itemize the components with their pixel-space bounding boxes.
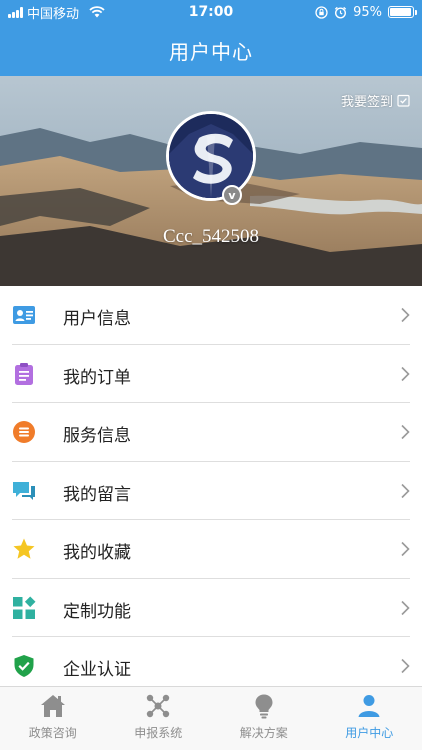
avatar-container[interactable]: v xyxy=(166,111,256,205)
house-icon xyxy=(40,695,65,717)
avatar[interactable] xyxy=(166,111,256,201)
tab-user-center[interactable]: 用户中心 xyxy=(317,687,422,750)
menu-item-label: 我的订单 xyxy=(63,367,131,388)
menu-item-label: 我的收藏 xyxy=(63,543,131,563)
avatar-image xyxy=(169,114,253,198)
checkbox-calendar-icon xyxy=(397,94,410,107)
chevron-right-icon xyxy=(401,541,410,557)
username: Ccc_542508 xyxy=(162,226,260,247)
menu-list: 用户信息 我的订单 服务信息 我的留言 我的收藏 定制功能 企业认证 xyxy=(0,286,422,696)
screen: 中国移动 17:00 95% 用户中心 我要签到 v Ccc_542508 用户… xyxy=(0,0,422,750)
tab-bar: 政策咨询 申报系统 解决方案 用户中心 xyxy=(0,686,422,750)
tab-label: 政策咨询 xyxy=(28,726,77,740)
menu-item-label: 我的留言 xyxy=(63,484,131,505)
nodes-icon xyxy=(147,694,170,718)
battery-icon xyxy=(388,6,417,18)
chat-bubbles-icon xyxy=(13,481,35,500)
chevron-right-icon xyxy=(401,424,410,440)
chevron-right-icon xyxy=(401,600,410,615)
wifi-icon xyxy=(89,6,105,18)
status-right: 95% xyxy=(315,0,417,24)
sign-in-button[interactable]: 我要签到 xyxy=(341,91,410,110)
battery-percent: 95% xyxy=(353,4,382,20)
verified-badge: v xyxy=(222,185,242,205)
orientation-lock-icon xyxy=(315,5,328,19)
menu-item-my-favorites[interactable]: 我的收藏 xyxy=(0,520,422,579)
status-bar: 中国移动 17:00 95% xyxy=(0,0,422,24)
signal-icon xyxy=(8,6,23,18)
menu-item-label: 用户信息 xyxy=(63,309,131,329)
profile-header: 我要签到 v Ccc_542508 xyxy=(0,76,422,286)
menu-item-my-orders[interactable]: 我的订单 xyxy=(0,345,422,403)
alarm-icon xyxy=(334,6,347,19)
menu-item-label: 企业认证 xyxy=(63,660,131,680)
carrier-label: 中国移动 xyxy=(27,6,80,22)
shield-check-icon xyxy=(14,655,34,677)
tab-application-system[interactable]: 申报系统 xyxy=(106,687,212,750)
menu-item-my-messages[interactable]: 我的留言 xyxy=(0,462,422,520)
battery-fill xyxy=(390,8,411,16)
menu-item-custom-features[interactable]: 定制功能 xyxy=(0,579,422,637)
user-card-icon xyxy=(13,306,35,324)
tab-label: 解决方案 xyxy=(239,726,288,740)
tab-label: 申报系统 xyxy=(134,726,183,740)
person-icon xyxy=(358,695,380,717)
menu-item-label: 服务信息 xyxy=(63,426,131,446)
chevron-right-icon xyxy=(401,307,410,323)
status-left: 中国移动 xyxy=(8,0,105,24)
tab-label: 用户中心 xyxy=(345,726,394,740)
chevron-right-icon xyxy=(401,658,410,674)
star-icon xyxy=(13,538,35,559)
list-circle-icon xyxy=(13,421,35,443)
nav-bar: 用户中心 xyxy=(0,24,422,76)
page-title: 用户中心 xyxy=(169,39,253,64)
custom-blocks-icon xyxy=(13,596,36,619)
chevron-right-icon xyxy=(401,366,410,381)
clipboard-icon xyxy=(15,362,33,385)
menu-item-user-info[interactable]: 用户信息 xyxy=(0,286,422,345)
sign-in-label: 我要签到 xyxy=(340,95,393,110)
tab-policy-consult[interactable]: 政策咨询 xyxy=(0,687,106,750)
menu-item-label: 定制功能 xyxy=(63,601,131,622)
tab-solutions[interactable]: 解决方案 xyxy=(211,687,317,750)
chevron-right-icon xyxy=(401,483,410,498)
menu-item-service-info[interactable]: 服务信息 xyxy=(0,403,422,462)
lightbulb-icon xyxy=(255,694,273,719)
